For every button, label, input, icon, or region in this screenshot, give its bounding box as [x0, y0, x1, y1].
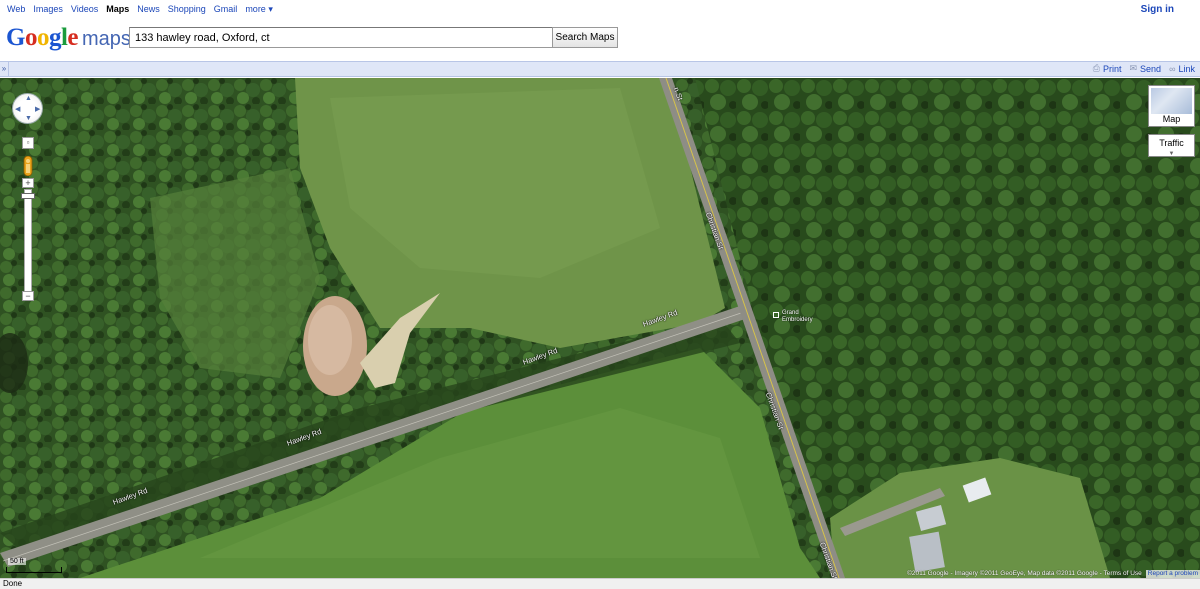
status-text: Done — [3, 579, 23, 588]
nav-images[interactable]: Images — [33, 4, 63, 15]
nav-news[interactable]: News — [137, 4, 160, 15]
printer-icon: ⎙ — [1092, 63, 1100, 73]
map-toolbar: » ⎙ Print ✉ Send ∞ Link — [0, 61, 1200, 77]
print-label: Print — [1102, 63, 1122, 74]
logo-product-text: maps — [82, 28, 131, 50]
chevron-down-icon[interactable]: ▼ — [1149, 151, 1194, 157]
scale-ruler — [6, 567, 62, 573]
zoom-to-fit-button[interactable]: ▫ — [22, 137, 34, 149]
nav-gmail[interactable]: Gmail — [214, 4, 238, 15]
pan-up-icon[interactable]: ▲ — [25, 95, 32, 102]
zoom-out-button[interactable]: − — [22, 291, 34, 301]
pan-down-icon[interactable]: ▼ — [25, 115, 32, 122]
traffic-label: Traffic — [1159, 138, 1184, 148]
scale-bar: 50 ft — [4, 558, 62, 576]
report-problem-link[interactable]: Report a problem — [1145, 570, 1200, 578]
aerial-imagery — [0, 78, 1200, 578]
nav-more-menu[interactable]: more ▾ — [245, 4, 273, 15]
chain-link-icon: ∞ — [1169, 63, 1176, 74]
nav-web[interactable]: Web — [7, 4, 25, 15]
link-link[interactable]: ∞ Link — [1169, 63, 1195, 74]
pan-left-icon[interactable]: ◀ — [15, 105, 20, 113]
search-maps-button[interactable]: Search Maps — [552, 27, 618, 48]
header: Google maps Search Maps — [0, 20, 1200, 61]
logo-google-text: Google — [6, 24, 79, 51]
sign-in-link[interactable]: Sign in — [1141, 4, 1174, 15]
map-type-label: Map — [1162, 114, 1181, 124]
link-label: Link — [1178, 63, 1195, 74]
place-marker-grand-embroidery[interactable]: Grand Embroidery — [773, 310, 813, 324]
print-link[interactable]: ⎙ Print — [1093, 63, 1122, 74]
satellite-map[interactable]: Hawley Rd Hawley Rd Hawley Rd Hawley Rd … — [0, 78, 1200, 578]
zoom-in-button[interactable]: + — [22, 178, 34, 188]
envelope-icon: ✉ — [1129, 63, 1138, 73]
search-input[interactable] — [129, 27, 553, 48]
pan-right-icon[interactable]: ▶ — [35, 105, 40, 113]
pegman-street-view-icon[interactable] — [22, 156, 34, 176]
google-maps-logo[interactable]: Google maps — [6, 24, 131, 54]
shopping-bag-icon — [773, 312, 779, 318]
scale-label: 50 ft — [8, 558, 26, 565]
toolbar-links: ⎙ Print ✉ Send ∞ Link — [1093, 63, 1195, 74]
place-label: Grand Embroidery — [782, 310, 813, 323]
nav-shopping[interactable]: Shopping — [168, 4, 206, 15]
product-nav: Web Images Videos Maps News Shopping Gma… — [7, 4, 273, 15]
map-thumbnail-icon — [1151, 88, 1192, 114]
zoom-slider-handle[interactable] — [21, 193, 35, 199]
send-label: Send — [1140, 63, 1162, 74]
attribution-text: ©2011 Google - Imagery ©2011 GeoEye, Map… — [907, 570, 1142, 577]
traffic-button[interactable]: Traffic ▼ — [1148, 134, 1195, 157]
pan-control[interactable]: ▲ ▼ ◀ ▶ — [12, 93, 43, 124]
browser-status-bar: Done — [0, 578, 1200, 589]
nav-videos[interactable]: Videos — [71, 4, 98, 15]
zoom-slider-track[interactable] — [24, 189, 32, 297]
map-attribution: ©2011 Google - Imagery ©2011 GeoEye, Map… — [907, 570, 1200, 578]
map-type-button[interactable]: Map — [1148, 85, 1195, 127]
expand-panel-button[interactable]: » — [0, 62, 9, 76]
nav-maps[interactable]: Maps — [106, 4, 129, 15]
send-link[interactable]: ✉ Send — [1129, 63, 1161, 74]
top-nav-bar: Web Images Videos Maps News Shopping Gma… — [0, 0, 1200, 20]
